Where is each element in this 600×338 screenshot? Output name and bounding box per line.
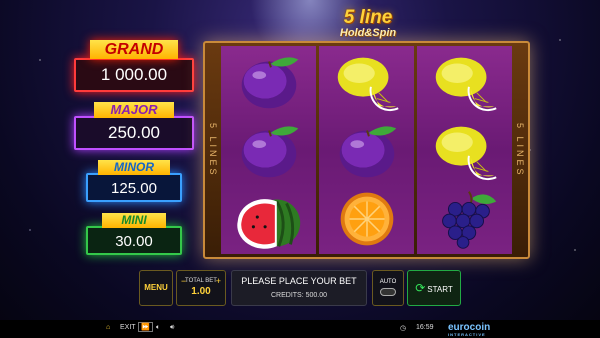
- jackpot-major-value: 250.00: [74, 116, 194, 150]
- clock-time: 16:59: [416, 324, 434, 331]
- jackpot-major-label: MAJOR: [94, 102, 174, 118]
- reel-3: [417, 46, 512, 254]
- jackpot-mini: 30.00 MINI: [86, 213, 182, 255]
- watermelon-icon: [221, 185, 316, 254]
- jackpot-grand-label: GRAND: [90, 40, 178, 59]
- menu-button[interactable]: MENU: [139, 270, 173, 306]
- grapes-icon: [417, 185, 512, 254]
- fast-play-icon[interactable]: ⏩: [138, 322, 153, 332]
- plum-icon: [319, 115, 414, 184]
- volume-icon[interactable]: 🔊︎: [170, 324, 174, 332]
- start-button[interactable]: ⟳ START: [407, 270, 461, 306]
- auto-toggle[interactable]: AUTO: [372, 270, 404, 306]
- clock-icon: ◷: [400, 325, 407, 332]
- spin-icon: ⟳: [415, 281, 426, 295]
- lemon-icon: [417, 115, 512, 184]
- lemon-icon: [417, 46, 512, 115]
- total-bet-control[interactable]: − + TOTAL BET 1.00: [176, 270, 226, 306]
- exit-button[interactable]: EXIT: [120, 324, 136, 331]
- brand-logo: eurocoin INTERACTIVE: [448, 322, 491, 337]
- jackpot-minor-label: MINOR: [98, 160, 170, 175]
- reels: [221, 46, 512, 254]
- start-label: START: [427, 285, 453, 294]
- reel-frame: 5 LINES 5 LINES: [203, 41, 530, 259]
- jackpot-grand: 1 000.00 GRAND: [74, 40, 194, 92]
- logo-subtitle: Hold&Spin: [339, 27, 397, 39]
- credits-display: CREDITS: 500.00: [270, 292, 328, 299]
- jackpot-mini-label: MINI: [102, 213, 166, 228]
- plum-icon: [221, 115, 316, 184]
- jackpot-minor-value: 125.00: [86, 173, 182, 202]
- lemon-icon: [319, 46, 414, 115]
- jackpot-major: 250.00 MAJOR: [74, 102, 194, 150]
- total-bet-value: 1.00: [191, 286, 211, 297]
- auto-label: AUTO: [379, 279, 397, 285]
- orange-icon: [319, 185, 414, 254]
- lines-label-right: 5 LINES: [515, 122, 525, 178]
- footer: ⌂ EXIT ⏩ 🔈︎ 🔊︎ ◷ 16:59 eurocoin INTERACTI…: [0, 320, 600, 338]
- reel-1: [221, 46, 316, 254]
- reel-2: [319, 46, 414, 254]
- bet-decrease-button[interactable]: −: [181, 276, 186, 286]
- jackpot-minor: 125.00 MINOR: [86, 160, 182, 202]
- bet-increase-button[interactable]: +: [216, 276, 221, 286]
- message-panel: PLEASE PLACE YOUR BET CREDITS: 500.00: [231, 270, 367, 306]
- sound-icon[interactable]: 🔈︎: [156, 324, 160, 332]
- lines-label-left: 5 LINES: [208, 122, 218, 178]
- jackpot-mini-value: 30.00: [86, 226, 182, 255]
- game-logo: 5 line Hold&Spin: [318, 8, 418, 44]
- home-icon[interactable]: ⌂: [106, 324, 110, 331]
- status-message: PLEASE PLACE YOUR BET: [241, 276, 357, 286]
- jackpot-grand-value: 1 000.00: [74, 58, 194, 92]
- logo-title: 5 line: [343, 7, 393, 28]
- toggle-switch-icon: [380, 288, 396, 296]
- plum-icon: [221, 46, 316, 115]
